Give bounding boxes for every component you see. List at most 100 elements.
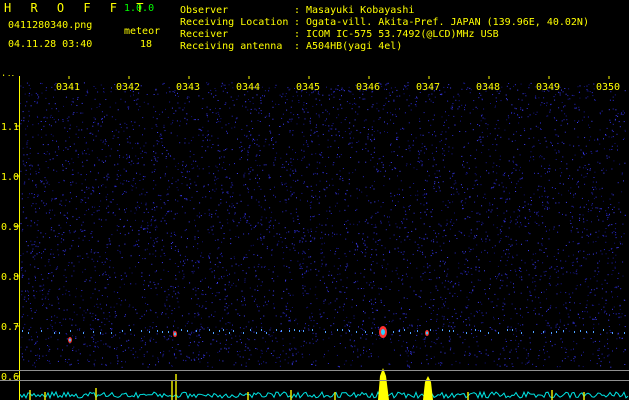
carrier-trace [507, 329, 508, 331]
file-name: 0411280340.png [8, 20, 93, 31]
carrier-trace [149, 331, 150, 333]
spectrogram: 0341 0342 0343 0344 0345 0346 0347 0348 0349 0350… [0, 76, 629, 400]
meteor-echo [379, 326, 387, 338]
carrier-trace [250, 329, 251, 331]
meteor-echo [68, 337, 72, 343]
carrier-trace [480, 330, 481, 332]
frequency-tick-label: 1.0 [1, 172, 19, 183]
carrier-trace [41, 330, 42, 332]
carrier-trace [213, 332, 214, 334]
carrier-trace [168, 331, 169, 333]
observer-label: Observer [180, 5, 229, 16]
carrier-trace [70, 330, 71, 332]
carrier-trace [22, 330, 23, 332]
carrier-trace [294, 329, 295, 331]
carrier-trace [187, 330, 188, 332]
carrier-trace [342, 329, 343, 331]
carrier-trace [111, 332, 112, 334]
carrier-trace [399, 330, 400, 332]
carrier-trace [356, 331, 357, 333]
carrier-trace [563, 330, 564, 332]
time-tick-label: 0342 [116, 82, 140, 93]
time-tick-label: 0350 [596, 82, 620, 93]
carrier-trace [122, 330, 123, 332]
carrier-trace [372, 332, 373, 334]
antenna-value: A504HB(yagi 4el) [306, 41, 403, 52]
carrier-trace [521, 332, 522, 334]
carrier-trace [365, 331, 366, 333]
location-value: Ogata-vill. Akita-Pref. JAPAN (139.96E, … [306, 17, 589, 28]
time-tick-label: 0349 [536, 82, 560, 93]
receiver-value: ICOM IC-575 53.7492(@LCD)MHz USB [306, 29, 499, 40]
observer-value: Masayuki Kobayashi [306, 5, 415, 16]
receiver-label: Receiver [180, 29, 229, 40]
location-colon: : [294, 17, 301, 28]
time-tick-label: 0345 [296, 82, 320, 93]
carrier-trace [498, 332, 499, 334]
carrier-trace [574, 331, 575, 333]
carrier-trace [453, 330, 454, 332]
carrier-trace [533, 331, 534, 333]
carrier-trace [404, 329, 405, 331]
carrier-trace [223, 329, 224, 331]
carrier-trace [624, 332, 625, 334]
carrier-trace [281, 330, 282, 332]
carrier-trace [54, 332, 55, 334]
location-label: Receiving Location [180, 17, 289, 28]
carrier-trace [162, 331, 163, 333]
carrier-trace [349, 330, 350, 332]
carrier-trace [181, 329, 182, 331]
observer-colon: : [294, 5, 301, 16]
carrier-trace [417, 330, 418, 332]
frequency-tick-label: 0.7 [1, 322, 19, 333]
carrier-trace [261, 329, 262, 331]
carrier-trace [233, 330, 234, 332]
carrier-trace [410, 332, 411, 334]
carrier-trace [28, 332, 29, 334]
carrier-trace [299, 330, 300, 332]
frequency-tick-label: 0.6 [1, 372, 19, 383]
header-panel: H R O F F T 1.0.0 0411280340.png meteor … [0, 0, 629, 76]
carrier-trace [229, 332, 230, 334]
carrier-trace [612, 332, 613, 334]
carrier-trace [100, 332, 101, 334]
meteor-label: meteor [124, 26, 161, 37]
carrier-trace [466, 332, 467, 334]
carrier-trace [83, 332, 84, 334]
antenna-label: Receiving antenna [180, 41, 283, 52]
carrier-trace [580, 330, 581, 332]
carrier-trace [157, 330, 158, 332]
carrier-trace [393, 331, 394, 333]
carrier-trace [209, 329, 210, 331]
app-version: 1.0.0 [124, 3, 155, 14]
observation-datetime: 04.11.28 03:40 [8, 39, 93, 50]
receiver-colon: : [294, 29, 301, 40]
carrier-trace [130, 329, 131, 331]
carrier-trace [430, 329, 431, 331]
carrier-trace [289, 330, 290, 332]
carrier-trace [488, 332, 489, 334]
carrier-trace [337, 329, 338, 331]
meteor-echo [173, 331, 177, 337]
meteor-echo [425, 330, 429, 336]
carrier-trace [266, 332, 267, 334]
carrier-trace [593, 331, 594, 333]
carrier-trace [256, 332, 257, 334]
carrier-trace [196, 330, 197, 332]
carrier-trace [141, 330, 142, 332]
time-tick-label: 0344 [236, 82, 260, 93]
meteor-count: 18 [140, 39, 153, 50]
carrier-trace [93, 331, 94, 333]
time-tick-label: 0348 [476, 82, 500, 93]
carrier-trace [543, 331, 544, 333]
carrier-trace [312, 329, 313, 331]
carrier-trace [603, 329, 604, 331]
antenna-colon: : [294, 41, 301, 52]
carrier-trace [475, 329, 476, 331]
carrier-trace [325, 331, 326, 333]
time-tick-label: 0347 [416, 82, 440, 93]
carrier-trace [551, 332, 552, 334]
time-tick-label: 0341 [56, 82, 80, 93]
frequency-tick-label: 1.1 [1, 122, 19, 133]
carrier-trace [276, 329, 277, 331]
